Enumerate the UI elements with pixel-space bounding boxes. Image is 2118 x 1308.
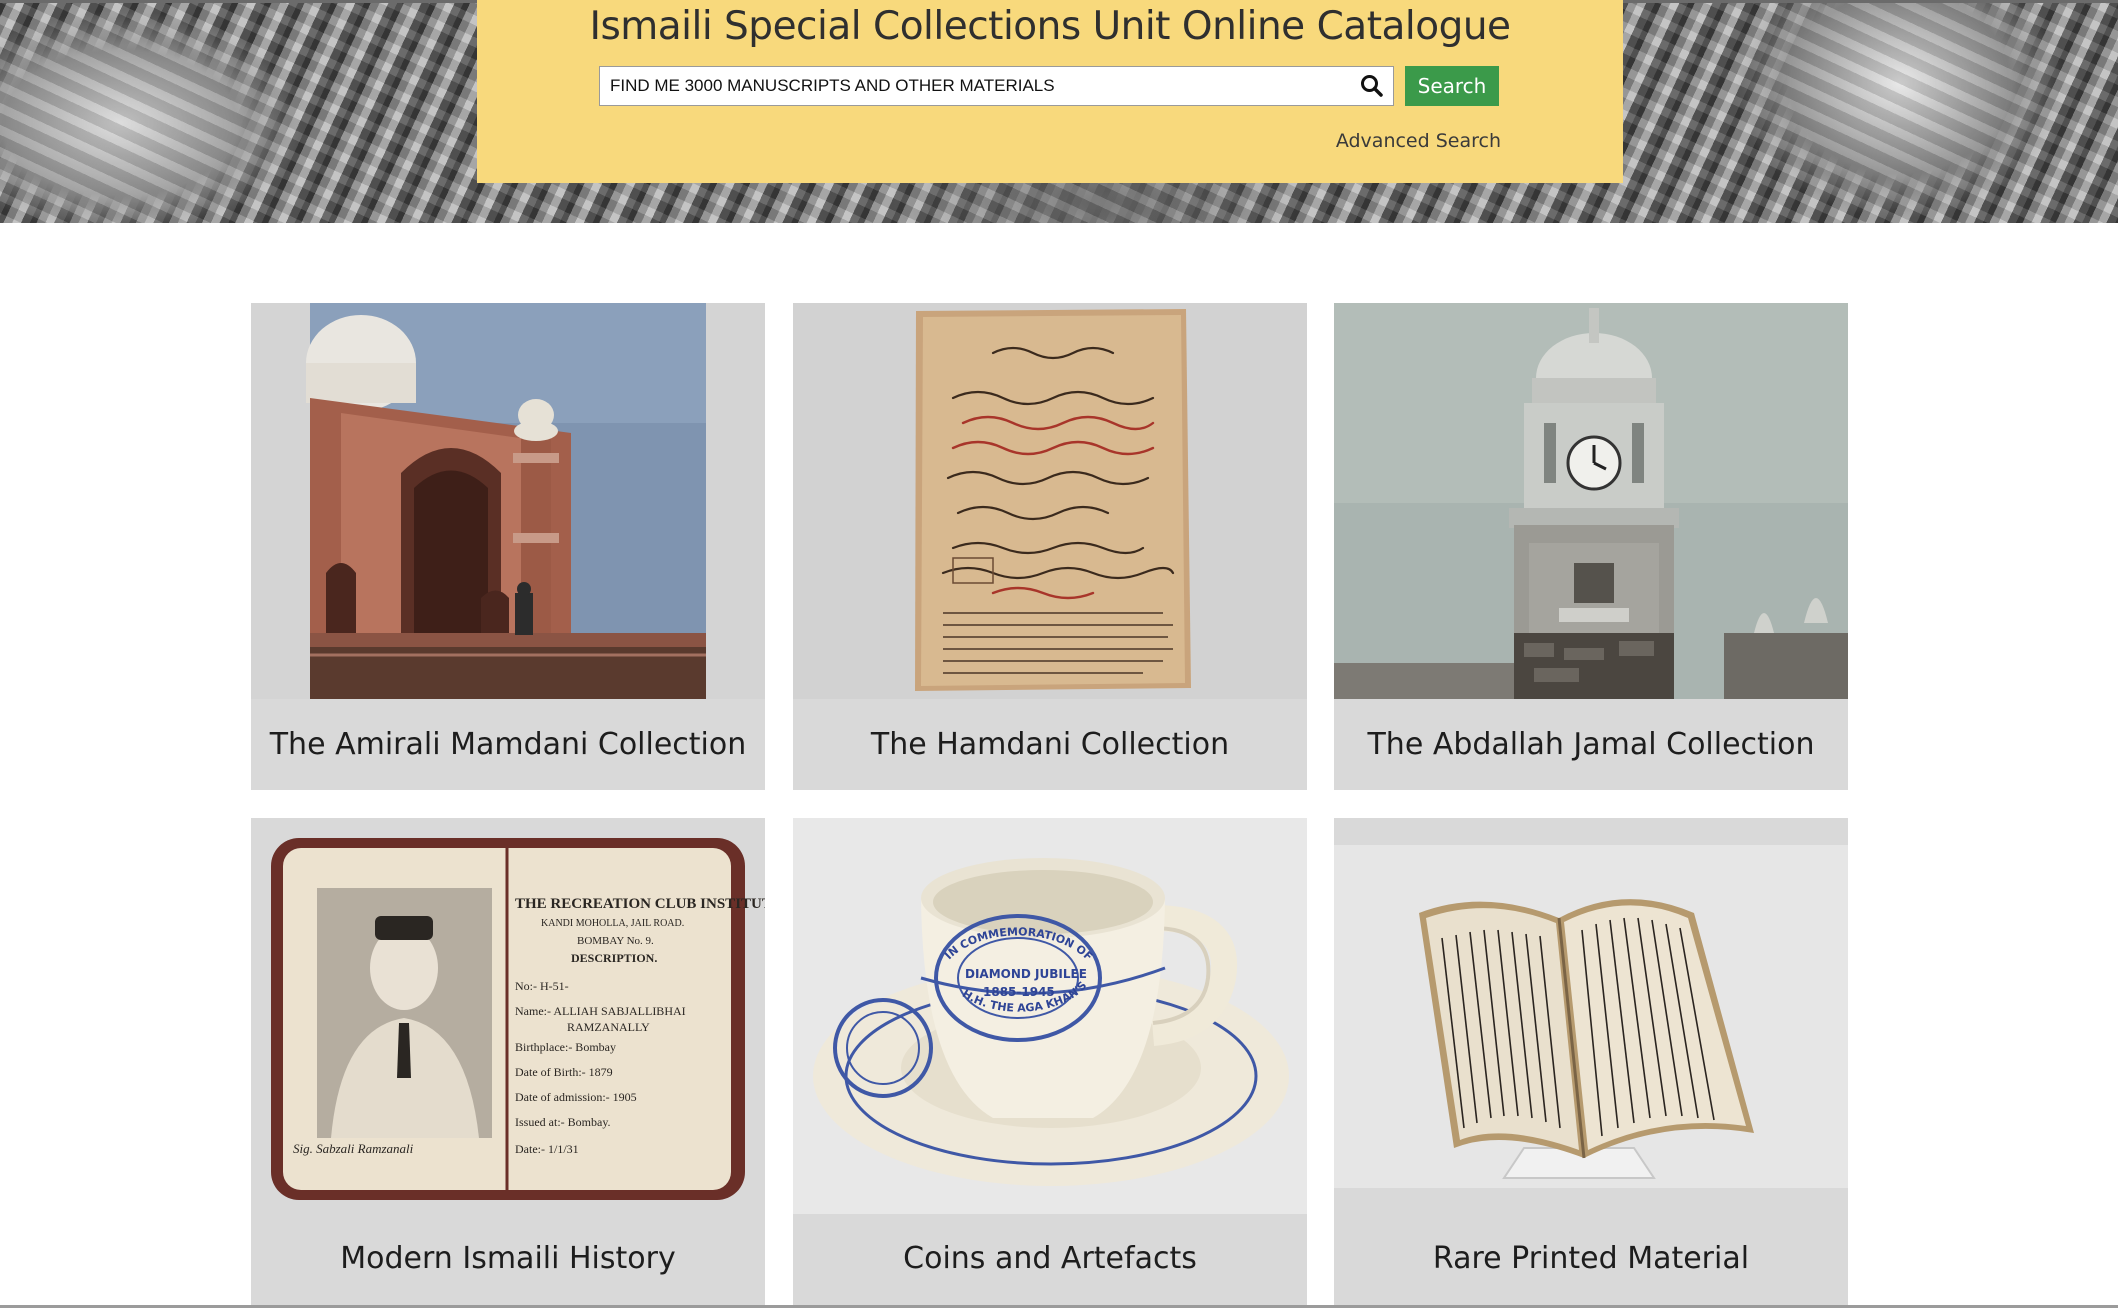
- collection-tile-modern-ismaili-history[interactable]: THE RECREATION CLUB INSTITUTE. KANDI MOH…: [251, 818, 765, 1308]
- card-club: THE RECREATION CLUB INSTITUTE.: [515, 896, 765, 912]
- collection-label[interactable]: Coins and Artefacts: [793, 1214, 1307, 1304]
- printed-book[interactable]: [1334, 818, 1848, 1214]
- cup-text-2: DIAMOND JUBILEE: [965, 967, 1087, 981]
- collection-label[interactable]: The Abdallah Jamal Collection: [1334, 700, 1848, 790]
- site-title: Ismaili Special Collections Unit Online …: [589, 4, 1511, 49]
- search-icon[interactable]: [1359, 73, 1385, 99]
- search-input[interactable]: [600, 67, 1340, 105]
- clock-tower-photo[interactable]: [1334, 303, 1848, 699]
- collection-tile-rare-printed-material[interactable]: Rare Printed Material: [1334, 818, 1848, 1308]
- collection-label[interactable]: Rare Printed Material: [1334, 1214, 1848, 1304]
- card-date: Date:- 1/1/31: [515, 1142, 579, 1156]
- card-issued: Issued at:- Bombay.: [515, 1115, 611, 1129]
- collection-tile-coins-and-artefacts[interactable]: IN COMMEMORATION OF DIAMOND JUBILEE 1885…: [793, 818, 1307, 1308]
- card-no: No:- H-51-: [515, 979, 569, 993]
- card-name-1: Name:- ALLIAH SABJALLIBHAI: [515, 1004, 686, 1018]
- search-panel: Ismaili Special Collections Unit Online …: [477, 0, 1623, 183]
- manuscript-page[interactable]: [793, 303, 1307, 699]
- collection-label[interactable]: Modern Ismaili History: [251, 1214, 765, 1304]
- card-birthplace: Birthplace:- Bombay: [515, 1040, 616, 1054]
- card-admission: Date of admission:- 1905: [515, 1090, 637, 1104]
- mosque-photo[interactable]: [251, 303, 765, 699]
- search-button[interactable]: Search: [1405, 66, 1499, 106]
- card-city: BOMBAY No. 9.: [577, 935, 654, 947]
- card-name-2: RAMZANALLY: [567, 1020, 650, 1034]
- collection-label[interactable]: The Hamdani Collection: [793, 700, 1307, 790]
- collection-tile-hamdani[interactable]: The Hamdani Collection: [793, 303, 1307, 790]
- membership-card[interactable]: THE RECREATION CLUB INSTITUTE. KANDI MOH…: [251, 818, 765, 1214]
- card-signature: Sig. Sabzali Ramzanali: [293, 1141, 414, 1156]
- card-address: KANDI MOHOLLA, JAIL ROAD.: [541, 918, 684, 929]
- search-box[interactable]: [599, 66, 1394, 106]
- card-heading: DESCRIPTION.: [571, 951, 657, 965]
- commemorative-cup[interactable]: IN COMMEMORATION OF DIAMOND JUBILEE 1885…: [793, 818, 1307, 1214]
- collection-tile-abdallah-jamal[interactable]: The Abdallah Jamal Collection: [1334, 303, 1848, 790]
- collection-label[interactable]: The Amirali Mamdani Collection: [251, 700, 765, 790]
- collection-tile-amirali-mamdani[interactable]: The Amirali Mamdani Collection: [251, 303, 765, 790]
- cup-text-3: 1885-1945: [983, 985, 1055, 999]
- advanced-search-link[interactable]: Advanced Search: [1336, 130, 1501, 152]
- card-dob: Date of Birth:- 1879: [515, 1065, 613, 1079]
